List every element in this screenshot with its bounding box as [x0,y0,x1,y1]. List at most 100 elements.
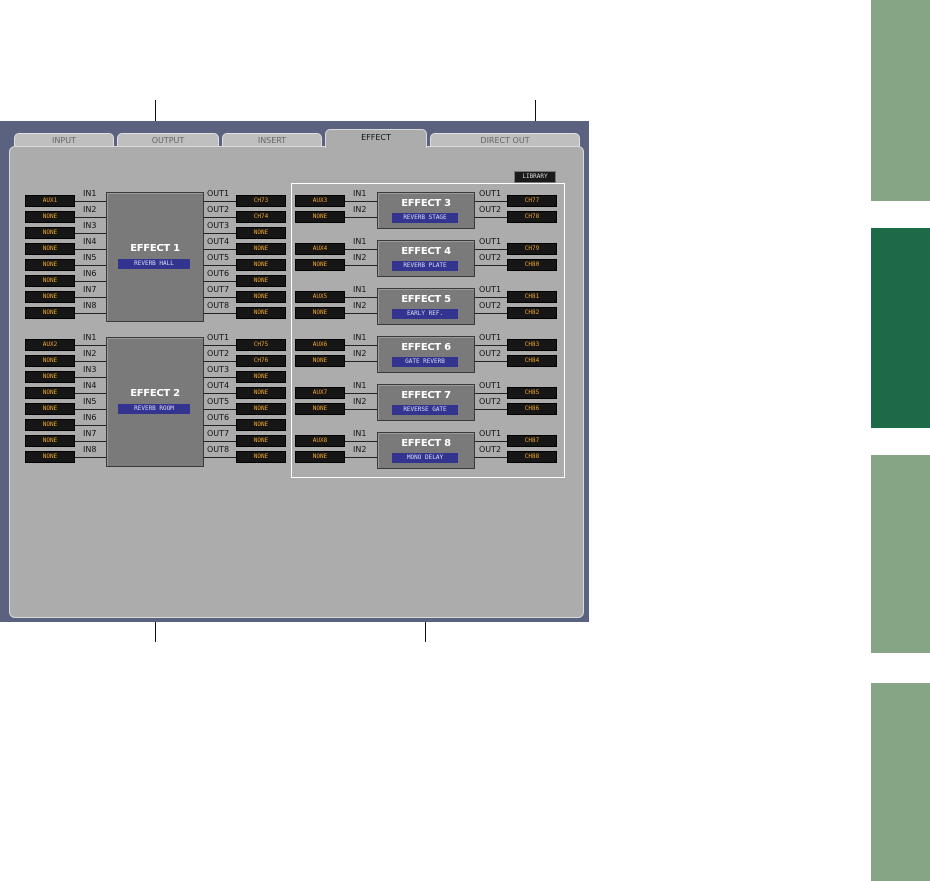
input-port-label: IN5 [83,397,97,406]
output-port-label: OUT2 [479,445,502,454]
output-patch-slot[interactable]: CH79 [507,243,557,255]
effect-block-5[interactable]: EFFECT 5 EARLY REF. [377,288,475,325]
input-patch-slot[interactable]: NONE [25,275,75,287]
output-patch-slot[interactable]: CH81 [507,291,557,303]
output-patch-slot[interactable]: NONE [236,403,286,415]
effect-title: EFFECT 7 [401,390,451,401]
output-port-label: OUT2 [479,253,502,262]
effect-block-7[interactable]: EFFECT 7 REVERSE GATE [377,384,475,421]
output-port-label: OUT1 [479,189,502,198]
input-patch-slot[interactable]: NONE [25,243,75,255]
effect-block-8[interactable]: EFFECT 8 MONO DELAY [377,432,475,469]
output-patch-slot[interactable]: CH86 [507,403,557,415]
output-patch-slot[interactable]: CH84 [507,355,557,367]
output-patch-slot[interactable]: CH82 [507,307,557,319]
input-patch-slot[interactable]: NONE [295,259,345,271]
input-patch-slot[interactable]: NONE [25,307,75,319]
output-patch-slot[interactable]: NONE [236,291,286,303]
output-patch-slot[interactable]: NONE [236,387,286,399]
input-patch-slot[interactable]: AUX7 [295,387,345,399]
output-patch-slot[interactable]: NONE [236,275,286,287]
output-patch-slot[interactable]: CH88 [507,451,557,463]
output-port-label: OUT8 [207,301,230,310]
output-patch-slot[interactable]: CH83 [507,339,557,351]
input-patch-slot[interactable]: NONE [295,355,345,367]
patch-line [202,297,236,298]
tab-input[interactable]: INPUT [14,133,114,147]
output-port-label: OUT2 [479,397,502,406]
output-patch-slot[interactable]: NONE [236,435,286,447]
input-port-label: IN2 [353,445,367,454]
input-patch-slot[interactable]: AUX5 [295,291,345,303]
output-patch-slot[interactable]: NONE [236,259,286,271]
library-button[interactable]: LIBRARY [514,171,556,183]
effect-block-1[interactable]: EFFECT 1 REVERB HALL [106,192,204,322]
input-patch-slot[interactable]: AUX1 [25,195,75,207]
output-port-label: OUT6 [207,269,230,278]
input-patch-slot[interactable]: NONE [25,259,75,271]
input-patch-slot[interactable]: NONE [25,435,75,447]
input-port-label: IN2 [353,301,367,310]
input-patch-slot[interactable]: NONE [295,307,345,319]
tab-output[interactable]: OUTPUT [117,133,219,147]
effect-block-3[interactable]: EFFECT 3 REVERB STAGE [377,192,475,229]
output-patch-slot[interactable]: CH85 [507,387,557,399]
input-patch-slot[interactable]: NONE [25,403,75,415]
input-patch-slot[interactable]: AUX2 [25,339,75,351]
patch-line [202,249,236,250]
effect-title: EFFECT 6 [401,342,451,353]
output-port-label: OUT2 [479,205,502,214]
input-patch-slot[interactable]: NONE [25,291,75,303]
input-port-label: IN8 [83,445,97,454]
effect-type-name: REVERB HALL [118,259,190,269]
output-patch-slot[interactable]: NONE [236,419,286,431]
output-patch-slot[interactable]: NONE [236,451,286,463]
tab-insert[interactable]: INSERT [222,133,322,147]
input-patch-slot[interactable]: NONE [295,211,345,223]
input-patch-slot[interactable]: NONE [25,371,75,383]
input-port-label: IN1 [353,333,367,342]
output-patch-slot[interactable]: CH73 [236,195,286,207]
output-patch-slot[interactable]: NONE [236,243,286,255]
effect-block-6[interactable]: EFFECT 6 GATE REVERB [377,336,475,373]
output-patch-slot[interactable]: CH77 [507,195,557,207]
input-patch-slot[interactable]: NONE [25,451,75,463]
output-patch-slot[interactable]: CH74 [236,211,286,223]
output-patch-slot[interactable]: CH87 [507,435,557,447]
patch-line [75,297,106,298]
input-patch-slot[interactable]: AUX4 [295,243,345,255]
input-port-label: IN2 [353,205,367,214]
patch-line [75,409,106,410]
output-patch-slot[interactable]: CH76 [236,355,286,367]
tab-effect[interactable]: EFFECT [325,129,427,148]
input-patch-slot[interactable]: NONE [295,403,345,415]
input-patch-slot[interactable]: NONE [25,355,75,367]
input-patch-slot[interactable]: NONE [25,419,75,431]
effect-block-4[interactable]: EFFECT 4 REVERB PLATE [377,240,475,277]
input-port-label: IN3 [83,221,97,230]
input-patch-slot[interactable]: AUX8 [295,435,345,447]
input-port-label: IN2 [83,349,97,358]
input-patch-slot[interactable]: NONE [25,387,75,399]
input-patch-slot[interactable]: NONE [25,211,75,223]
output-port-label: OUT1 [479,381,502,390]
output-patch-slot[interactable]: CH75 [236,339,286,351]
patch-line [75,217,106,218]
input-patch-slot[interactable]: NONE [295,451,345,463]
input-patch-slot[interactable]: AUX3 [295,195,345,207]
output-port-label: OUT1 [207,189,230,198]
output-port-label: OUT4 [207,381,230,390]
patch-line [75,345,106,346]
input-port-label: IN2 [353,253,367,262]
output-patch-slot[interactable]: NONE [236,227,286,239]
tab-direct-out[interactable]: DIRECT OUT [430,133,580,147]
input-patch-slot[interactable]: NONE [25,227,75,239]
patch-line [202,265,236,266]
input-patch-slot[interactable]: AUX6 [295,339,345,351]
output-patch-slot[interactable]: CH80 [507,259,557,271]
output-patch-slot[interactable]: CH78 [507,211,557,223]
effect-block-2[interactable]: EFFECT 2 REVERB ROOM [106,337,204,467]
output-patch-slot[interactable]: NONE [236,371,286,383]
input-port-label: IN7 [83,285,97,294]
output-patch-slot[interactable]: NONE [236,307,286,319]
